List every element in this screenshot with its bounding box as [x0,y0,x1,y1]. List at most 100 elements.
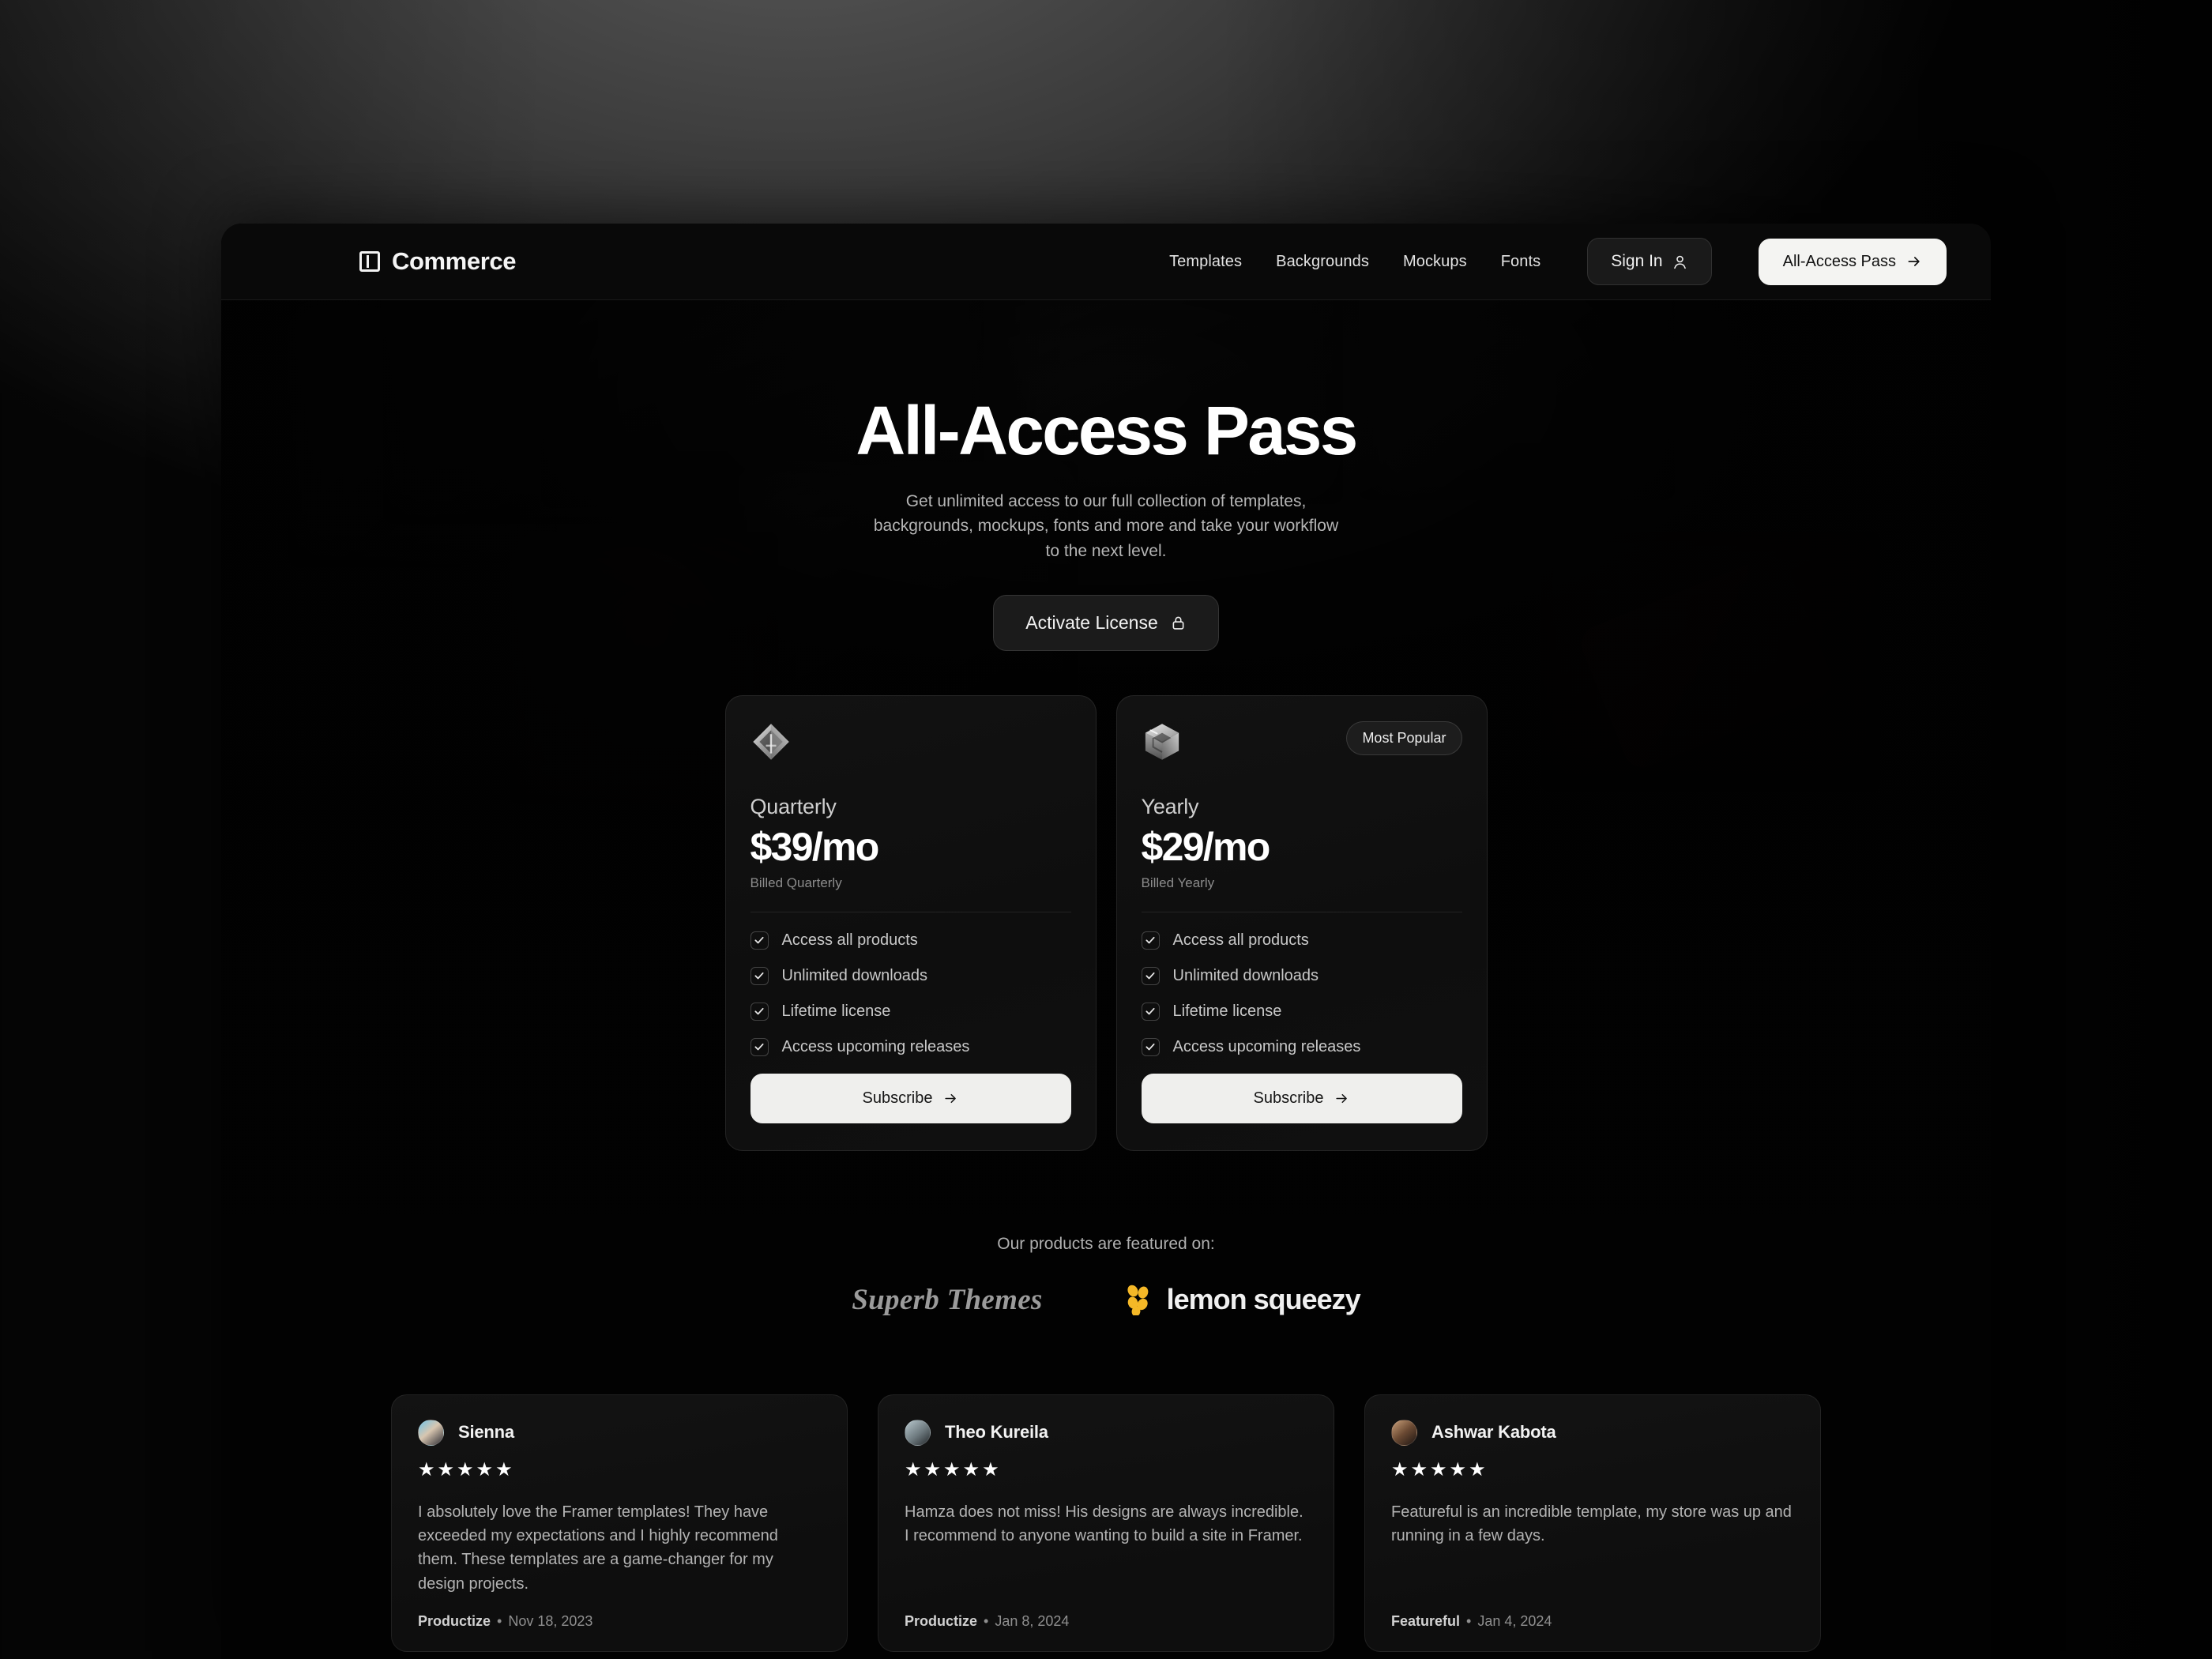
plan-price: $39/mo [750,824,880,869]
arrow-right-icon [1334,1091,1349,1106]
plan-feature-label: Access all products [1172,931,1309,949]
brand-logo[interactable]: Commerce [221,247,516,276]
plan-feature: Access upcoming releases [750,1037,1071,1056]
testimonial-card: Ashwar Kabota ★★★★★ Featureful is an inc… [1364,1394,1821,1653]
check-icon [750,1037,769,1056]
subscribe-label: Subscribe [862,1089,933,1107]
check-icon [1141,931,1160,950]
lemon-flower-icon [1126,1284,1153,1316]
featured-logos: Superb Themes lemon squeezy [221,1283,1991,1317]
check-icon [750,1002,769,1021]
check-icon [750,931,769,950]
avatar [1391,1419,1417,1446]
nav-item-backgrounds[interactable]: Backgrounds [1276,253,1369,271]
testimonial-author: Ashwar Kabota [1431,1422,1556,1443]
testimonial-text: Featureful is an incredible template, my… [1391,1503,1792,1544]
testimonial-product: Featureful [1391,1613,1461,1630]
chrome-diamond-icon [750,721,792,762]
plan-feature: Access all products [1141,931,1462,950]
testimonial-meta: Featureful • Jan 4, 2024 [1391,1613,1794,1630]
plan-billing-note: Billed Quarterly [750,875,842,890]
nav-item-templates[interactable]: Templates [1169,253,1242,271]
testimonial-text: Hamza does not miss! His designs are alw… [905,1503,1304,1544]
user-icon [1672,254,1688,270]
plan-feature: Lifetime license [750,1002,1071,1021]
testimonial-user: Ashwar Kabota [1391,1419,1794,1446]
lock-icon [1170,615,1187,631]
arrow-right-icon [1906,254,1922,269]
testimonial-card: Sienna ★★★★★ I absolutely love the Frame… [391,1394,848,1653]
testimonial-product: Productize [418,1613,491,1630]
plan-card-yearly: Most Popular Yearly $29/mo Billed Yearly… [1115,694,1488,1151]
plan-feature: Access upcoming releases [1141,1037,1462,1056]
all-access-pass-button[interactable]: All-Access Pass [1758,238,1947,285]
plan-feature: Unlimited downloads [1141,966,1462,985]
testimonial-date: Nov 18, 2023 [508,1613,593,1630]
subscribe-label: Subscribe [1253,1089,1324,1107]
sign-in-button[interactable]: Sign In [1587,238,1712,285]
plan-card-quarterly: Quarterly $39/mo Billed Quarterly Access… [724,694,1097,1151]
testimonial-author: Sienna [458,1422,514,1443]
check-icon [1141,1002,1160,1021]
activate-license-label: Activate License [1025,611,1158,633]
nav-item-fonts[interactable]: Fonts [1501,253,1541,271]
page-title: All-Access Pass [856,393,1358,469]
plan-feature: Unlimited downloads [750,966,1071,985]
featured-on-label: Our products are featured on: [997,1234,1215,1253]
brand-name: Commerce [392,247,517,275]
testimonial-card: Theo Kureila ★★★★★ Hamza does not miss! … [878,1394,1334,1653]
testimonial-product: Productize [905,1613,978,1630]
featured-on-section: Our products are featured on: Superb The… [221,1235,1991,1317]
separator-dot: • [1466,1613,1472,1630]
rating-stars: ★★★★★ [1391,1458,1488,1480]
testimonial-user: Sienna [418,1419,821,1446]
superb-themes-logo: Superb Themes [852,1283,1043,1316]
plan-feature-label: Unlimited downloads [781,966,928,984]
testimonials-grid: Sienna ★★★★★ I absolutely love the Frame… [391,1394,1821,1659]
subscribe-button-quarterly[interactable]: Subscribe [750,1073,1071,1123]
plan-feature: Lifetime license [1141,1002,1462,1021]
plan-feature-label: Unlimited downloads [1172,966,1319,984]
testimonial-text: I absolutely love the Framer templates! … [418,1503,778,1593]
all-access-pass-label: All-Access Pass [1782,252,1896,270]
main-nav: Templates Backgrounds Mockups Fonts Sign… [1169,238,1947,285]
check-icon [1141,966,1160,985]
arrow-right-icon [943,1091,958,1106]
check-icon [750,966,769,985]
activate-license-button[interactable]: Activate License [993,594,1219,651]
sign-in-label: Sign In [1611,252,1663,270]
rating-stars: ★★★★★ [418,1458,515,1480]
plan-feature-label: Lifetime license [781,1002,891,1020]
nav-item-mockups[interactable]: Mockups [1403,253,1467,271]
hero-section: All-Access Pass Get unlimited access to … [221,300,1991,651]
chrome-cube-icon [1142,721,1183,762]
check-icon [1141,1037,1160,1056]
plan-billing-note: Billed Yearly [1141,875,1215,890]
plan-feature-label: Access upcoming releases [1172,1037,1361,1055]
plan-name: Quarterly [750,794,837,818]
plan-feature-label: Access upcoming releases [781,1037,970,1055]
testimonial-author: Theo Kureila [945,1422,1048,1443]
site-header: Commerce Templates Backgrounds Mockups F… [221,224,1991,300]
testimonial-meta: Productize • Nov 18, 2023 [418,1613,821,1630]
plan-name: Yearly [1141,794,1199,818]
testimonial-date: Jan 4, 2024 [1477,1613,1552,1630]
rating-stars: ★★★★★ [905,1458,1002,1480]
lemon-squeezy-wordmark: lemon squeezy [1166,1283,1361,1316]
testimonial-user: Theo Kureila [905,1419,1307,1446]
plan-price: $29/mo [1141,824,1271,869]
testimonial-meta: Productize • Jan 8, 2024 [905,1613,1307,1630]
pricing-section: Quarterly $39/mo Billed Quarterly Access… [724,694,1488,1151]
hero-subtitle: Get unlimited access to our full collect… [873,492,1339,560]
separator-dot: • [497,1613,502,1630]
lemon-squeezy-logo: lemon squeezy [1126,1283,1361,1316]
separator-dot: • [984,1613,989,1630]
most-popular-badge: Most Popular [1346,720,1462,755]
subscribe-button-yearly[interactable]: Subscribe [1141,1073,1462,1123]
avatar [905,1419,931,1446]
testimonial-date: Jan 8, 2024 [995,1613,1070,1630]
panel-logo-icon [359,251,380,272]
browser-page: Commerce Templates Backgrounds Mockups F… [221,224,1991,1659]
plan-feature-label: Lifetime license [1172,1002,1282,1020]
avatar [418,1419,444,1446]
